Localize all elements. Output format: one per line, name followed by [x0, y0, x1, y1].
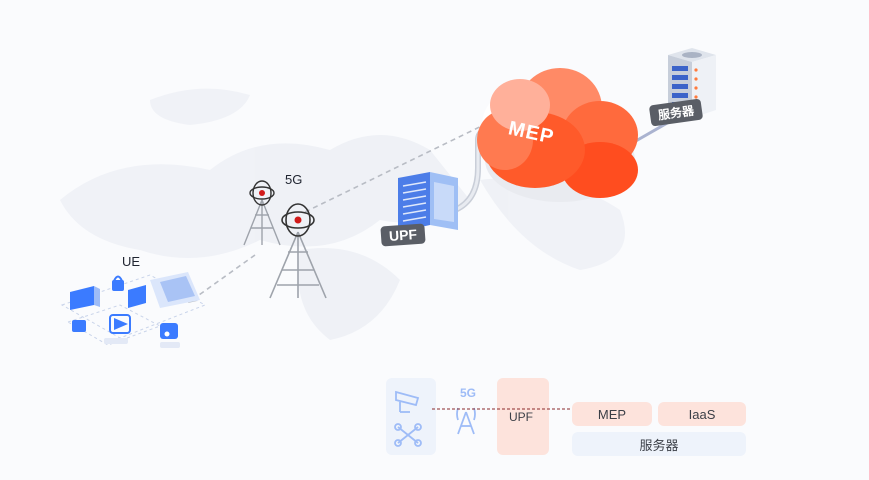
link-5g-to-ue: [191, 254, 256, 301]
legend-server-box: 服务器: [572, 432, 746, 456]
legend-5g-label: 5G: [460, 386, 477, 400]
network-diagram: UE 5G UPF MEP 服务器 5G UPF MEP IaaS 服务器: [0, 0, 869, 480]
legend-upf-label: UPF: [509, 410, 533, 424]
ue-devices: [60, 272, 207, 348]
upf-device: [398, 172, 458, 232]
legend-iaas-box: IaaS: [658, 402, 746, 426]
fiveg-label: 5G: [285, 172, 303, 187]
ue-label: UE: [122, 254, 141, 269]
upf-label: UPF: [380, 223, 426, 247]
legend-mep-box: MEP: [572, 402, 652, 426]
legend-decor: [386, 378, 578, 455]
mep-cloud: [477, 68, 638, 202]
